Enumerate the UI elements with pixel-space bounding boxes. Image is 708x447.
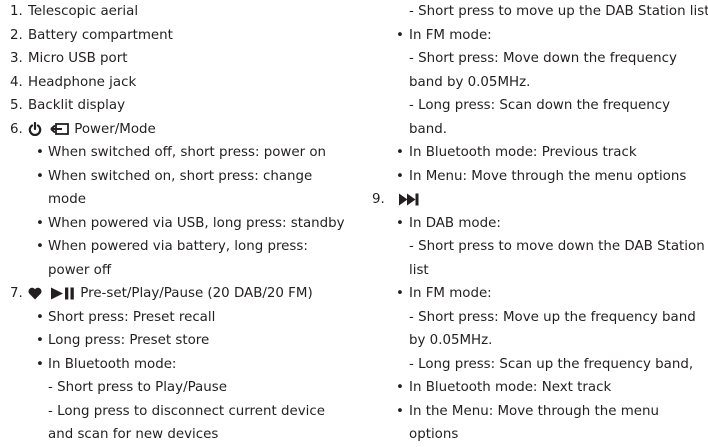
bullet-text: Short press: Preset recall [48, 309, 216, 325]
bullet-text: In Menu: Move through the menu options [409, 168, 687, 184]
bullet-text: In DAB mode: [409, 215, 501, 231]
list-item: 2. Battery compartment [0, 24, 350, 48]
bullet-text: band. [409, 121, 447, 137]
item-text: Battery compartment [28, 27, 173, 43]
bullet-text: In FM mode: [409, 27, 492, 43]
bullet: • [36, 309, 44, 325]
bullet: • [36, 333, 44, 348]
power-icon [28, 121, 42, 137]
bullet-text: When powered via USB, long press: standb… [48, 215, 345, 231]
item-label: Power/Mode [74, 121, 156, 137]
list-item: 3. Micro USB port [0, 47, 350, 71]
list-item: 1. Telescopic aerial [0, 0, 350, 24]
bullet-text: and scan for new devices [48, 427, 219, 442]
bullet-text: by 0.05MHz. [409, 333, 493, 348]
item-number: 2. [10, 27, 23, 43]
item-number: 3. [10, 51, 23, 66]
bullet-text: In the Menu: Move through the menu [409, 403, 659, 419]
item-number: 5. [10, 98, 23, 113]
list-item: 4. Headphone jack [0, 71, 350, 95]
item-number: 9. [372, 192, 385, 207]
list-item-skip-forward: 9. [371, 188, 708, 212]
bullet: • [396, 403, 404, 419]
heart-icon [28, 287, 42, 300]
bullet: • [36, 356, 44, 372]
bullet: • [396, 286, 404, 301]
item-number: 6. [10, 121, 23, 137]
bullet-text: In Bluetooth mode: Previous track [409, 145, 637, 160]
bullet: • [36, 215, 44, 231]
bullet: • [396, 380, 404, 395]
item-text: Micro USB port [28, 51, 128, 66]
item-heading [398, 188, 424, 212]
bullet-text: list [409, 262, 429, 278]
right-column: - Short press to move up the DAB Station… [371, 0, 708, 447]
item-heading: Pre-set/Play/Pause (20 DAB/20 FM) [28, 282, 313, 306]
bullet-text: When switched off, short press: power on [48, 145, 327, 160]
bullet: • [36, 145, 44, 160]
bullet: • [396, 215, 404, 231]
bullet-text: Long press: Preset store [48, 333, 210, 348]
bullet-text: - Short press to move down the DAB Stati… [409, 239, 705, 254]
bullet-text: - Short press to Play/Pause [48, 380, 227, 395]
bullet: • [396, 145, 404, 160]
list-item-power-mode: 6. Power/Mode [0, 118, 350, 142]
bullet-text: In Bluetooth mode: Next track [409, 380, 612, 395]
bullet-text: - Long press: Scan down the frequency [409, 98, 671, 113]
item-number: 1. [10, 4, 23, 19]
bullet-text: In Bluetooth mode: [48, 356, 177, 372]
bullet-text: When powered via battery, long press: [48, 239, 308, 254]
bullet-text: - Long press to disconnect current devic… [48, 403, 325, 419]
bullet-text: In FM mode: [409, 286, 492, 301]
bullet-text: - Short press to move up the DAB Station… [409, 4, 708, 19]
list-item-preset-play-pause: 7. Pre-set/Play/Pause (20 DAB/20 FM) [0, 282, 350, 306]
bullet-text: When switched on, short press: change [48, 168, 313, 184]
bullet-text: band by 0.05MHz. [409, 74, 531, 90]
bullet: • [396, 168, 404, 184]
bullet-text: - Short press: Move up the frequency ban… [409, 309, 696, 325]
item-text: Headphone jack [28, 74, 137, 90]
item-heading: Power/Mode [28, 118, 156, 142]
mode-input-icon [50, 122, 70, 136]
bullet: • [396, 27, 404, 43]
bullet-text: options [409, 427, 459, 442]
bullet-text: - Long press: Scan up the frequency band… [409, 356, 694, 372]
bullet: • [36, 168, 44, 184]
list-item: 5. Backlit display [0, 94, 350, 118]
bullet-text: mode [48, 192, 86, 207]
left-column: 1. Telescopic aerial 2. Battery compartm… [0, 0, 350, 447]
play-pause-icon [50, 287, 76, 300]
bullet-text: - Short press: Move down the frequency [409, 51, 677, 66]
item-label: Pre-set/Play/Pause (20 DAB/20 FM) [80, 286, 313, 301]
item-number: 4. [10, 74, 23, 90]
item-number: 7. [10, 286, 23, 301]
item-text: Telescopic aerial [28, 4, 139, 19]
bullet-text: power off [48, 262, 112, 278]
skip-forward-icon [398, 193, 420, 206]
item-text: Backlit display [28, 98, 126, 113]
bullet: • [36, 239, 44, 254]
